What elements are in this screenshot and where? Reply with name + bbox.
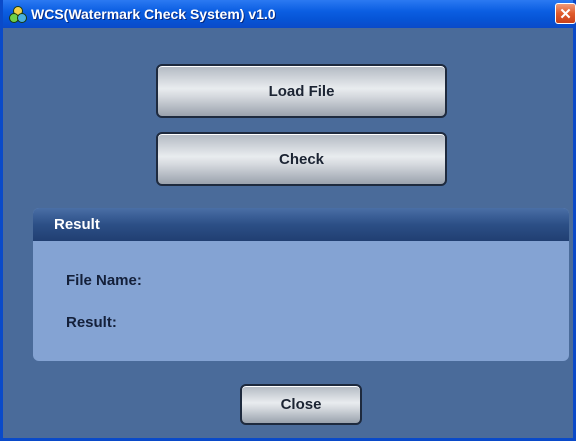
result-panel: Result File Name: Result: [33, 208, 569, 361]
file-name-label: File Name: [66, 272, 142, 289]
load-file-button[interactable]: Load File [156, 64, 447, 118]
result-label: Result: [66, 314, 117, 331]
result-panel-header: Result [33, 208, 569, 241]
window-close-icon[interactable]: ✕ [555, 3, 576, 24]
title-bar[interactable]: WCS(Watermark Check System) v1.0 ✕ [3, 0, 576, 28]
check-button[interactable]: Check [156, 132, 447, 186]
window-title: WCS(Watermark Check System) v1.0 [31, 6, 276, 22]
main-window: WCS(Watermark Check System) v1.0 ✕ Load … [0, 0, 576, 441]
app-logo-icon [9, 6, 27, 23]
close-button[interactable]: Close [240, 384, 362, 425]
